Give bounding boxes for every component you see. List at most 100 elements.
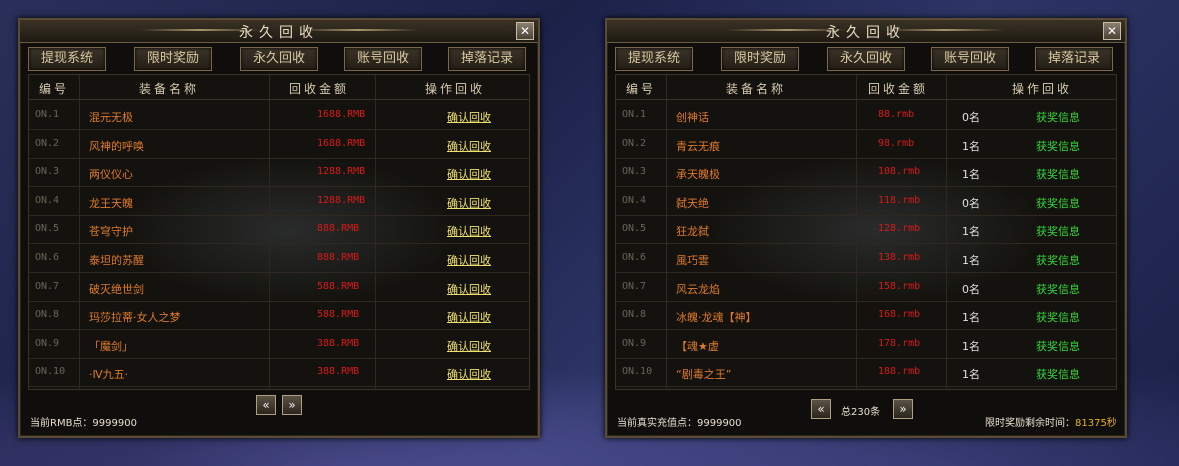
reward-table: 编号 装备名称 回收金额 操作回收 ON.1 创神话 88.rmb 0名 获奖信息 ON.…: [615, 74, 1117, 390]
countdown: 限时奖励剩余时间：81375秒: [985, 414, 1117, 429]
confirm-recycle-link[interactable]: 确认回收: [447, 338, 491, 354]
table-row: ON.8 冰魄·龙魂【神】 168.rmb 1名 获奖信息: [616, 301, 1116, 331]
confirm-recycle-link[interactable]: 确认回收: [447, 366, 491, 382]
title-bar: 永久回收 ✕: [607, 20, 1125, 43]
table-row: ON.6 泰坦的苏醒 888.RMB 确认回收: [29, 244, 529, 273]
item-name: 風巧雲: [676, 254, 709, 267]
header-action: 操作回收: [425, 82, 486, 96]
award-info-link[interactable]: 获奖信息: [1036, 281, 1080, 297]
header-no: 编号: [39, 82, 70, 96]
table-row: ON.8 玛莎拉蒂·女人之梦 588.RMB 确认回收: [29, 301, 529, 331]
table-row: ON.4 弑天绝 118.rmb 0名 获奖信息: [616, 187, 1116, 216]
row-number: ON.4: [35, 194, 60, 206]
confirm-recycle-link[interactable]: 确认回收: [447, 223, 491, 239]
item-name: ·Ⅳ九五·: [89, 368, 129, 382]
tab-account-recycle[interactable]: 账号回收: [931, 47, 1009, 71]
header-no: 编号: [626, 82, 657, 96]
tab-withdraw[interactable]: 提现系统: [615, 47, 693, 71]
tab-bar: 提现系统 限时奖励 永久回收 账号回收 掉落记录: [607, 47, 1125, 71]
award-info-link[interactable]: 获奖信息: [1036, 195, 1080, 211]
recycle-amount: 108.rmb: [878, 166, 921, 178]
recycle-panel-right: 永久回收 ✕ 提现系统 限时奖励 永久回收 账号回收 掉落记录 编号 装备名称 …: [605, 18, 1127, 438]
tab-limited-reward[interactable]: 限时奖励: [134, 47, 212, 71]
header-amount: 回收金额: [289, 82, 350, 96]
award-info-link[interactable]: 获奖信息: [1036, 223, 1080, 239]
tab-account-recycle[interactable]: 账号回收: [344, 47, 422, 71]
row-number: ON.9: [35, 337, 60, 349]
recycle-amount: 888.RMB: [317, 223, 360, 235]
recycle-amount: 158.rmb: [878, 280, 921, 292]
award-info-link[interactable]: 获奖信息: [1036, 109, 1080, 125]
row-number: ON.6: [35, 252, 60, 263]
row-number: ON.4: [622, 194, 647, 206]
row-number: ON.6: [622, 252, 647, 263]
recycle-amount: 588.RMB: [317, 309, 360, 321]
recycle-amount: 888.RMB: [317, 252, 360, 263]
table-row: ON.6 風巧雲 138.rmb 1名 获奖信息: [616, 244, 1116, 273]
tab-drop-record[interactable]: 掉落记录: [448, 47, 526, 71]
row-number: ON.8: [35, 309, 60, 321]
winner-count: 1名: [962, 168, 980, 182]
tab-withdraw[interactable]: 提现系统: [28, 47, 106, 71]
row-number: ON.10: [35, 366, 66, 378]
table-row: ON.2 青云无痕 98.rmb 1名 获奖信息: [616, 130, 1116, 159]
award-info-link[interactable]: 获奖信息: [1036, 166, 1080, 182]
tab-permanent-recycle[interactable]: 永久回收: [240, 47, 318, 71]
tab-limited-reward[interactable]: 限时奖励: [721, 47, 799, 71]
item-name: 龙王天魄: [89, 196, 133, 210]
recycle-amount: 88.rmb: [878, 109, 915, 120]
confirm-recycle-link[interactable]: 确认回收: [447, 166, 491, 182]
confirm-recycle-link[interactable]: 确认回收: [447, 109, 491, 125]
countdown-value: 81375秒: [1075, 418, 1117, 429]
recycle-panel-left: 永久回收 ✕ 提现系统 限时奖励 永久回收 账号回收 掉落记录 编号 装备名称 …: [18, 18, 540, 438]
award-info-link[interactable]: 获奖信息: [1036, 138, 1080, 154]
winner-count: 1名: [962, 254, 980, 267]
item-name: 风神的呼唤: [89, 139, 144, 153]
recycle-amount: 1688.RMB: [317, 109, 366, 120]
confirm-recycle-link[interactable]: 确认回收: [447, 195, 491, 211]
row-number: ON.2: [622, 137, 647, 149]
winner-count: 0名: [962, 282, 980, 296]
tab-permanent-recycle[interactable]: 永久回收: [827, 47, 905, 71]
confirm-recycle-link[interactable]: 确认回收: [447, 281, 491, 297]
item-name: 「魔剑」: [89, 339, 133, 353]
row-number: ON.9: [622, 337, 647, 349]
prev-page-icon[interactable]: «: [256, 395, 276, 415]
row-number: ON.1: [35, 109, 60, 120]
recycle-amount: 388.RMB: [317, 366, 360, 378]
close-icon[interactable]: ✕: [516, 22, 534, 40]
row-number: ON.1: [622, 109, 647, 120]
recycle-amount: 1288.RMB: [317, 194, 366, 206]
tab-bar: 提现系统 限时奖励 永久回收 账号回收 掉落记录: [20, 47, 538, 71]
item-name: 混元无极: [89, 111, 133, 124]
table-row: ON.5 狂龙弑 128.rmb 1名 获奖信息: [616, 215, 1116, 245]
prev-page-icon[interactable]: «: [811, 399, 831, 419]
award-info-link[interactable]: 获奖信息: [1036, 366, 1080, 382]
item-name: 泰坦的苏醒: [89, 254, 144, 267]
recycle-amount: 1688.RMB: [317, 137, 366, 149]
panel-title: 永久回收: [239, 25, 319, 41]
table-header: 编号 装备名称 回收金额 操作回收: [616, 75, 1116, 100]
table-row: ON.7 风云龙焰 158.rmb 0名 获奖信息: [616, 273, 1116, 302]
item-name: 冰魄·龙魂【神】: [676, 311, 757, 325]
confirm-recycle-link[interactable]: 确认回收: [447, 309, 491, 325]
recharge-points: 当前真实充值点：9999900: [617, 418, 742, 429]
winner-count: 0名: [962, 111, 980, 124]
item-name: 青云无痕: [676, 139, 720, 153]
confirm-recycle-link[interactable]: 确认回收: [447, 252, 491, 268]
award-info-link[interactable]: 获奖信息: [1036, 252, 1080, 268]
total-count: 总230条: [841, 407, 881, 418]
tab-drop-record[interactable]: 掉落记录: [1035, 47, 1113, 71]
award-info-link[interactable]: 获奖信息: [1036, 309, 1080, 325]
next-page-icon[interactable]: »: [282, 395, 302, 415]
header-name: 装备名称: [726, 82, 787, 96]
close-icon[interactable]: ✕: [1103, 22, 1121, 40]
panel-title: 永久回收: [826, 25, 906, 41]
item-name: 创神话: [676, 111, 709, 124]
table-row: ON.5 苍穹守护 888.RMB 确认回收: [29, 215, 529, 245]
award-info-link[interactable]: 获奖信息: [1036, 338, 1080, 354]
confirm-recycle-link[interactable]: 确认回收: [447, 138, 491, 154]
next-page-icon[interactable]: »: [893, 399, 913, 419]
table-row: ON.2 风神的呼唤 1688.RMB 确认回收: [29, 130, 529, 159]
countdown-label: 限时奖励剩余时间：: [985, 418, 1075, 429]
